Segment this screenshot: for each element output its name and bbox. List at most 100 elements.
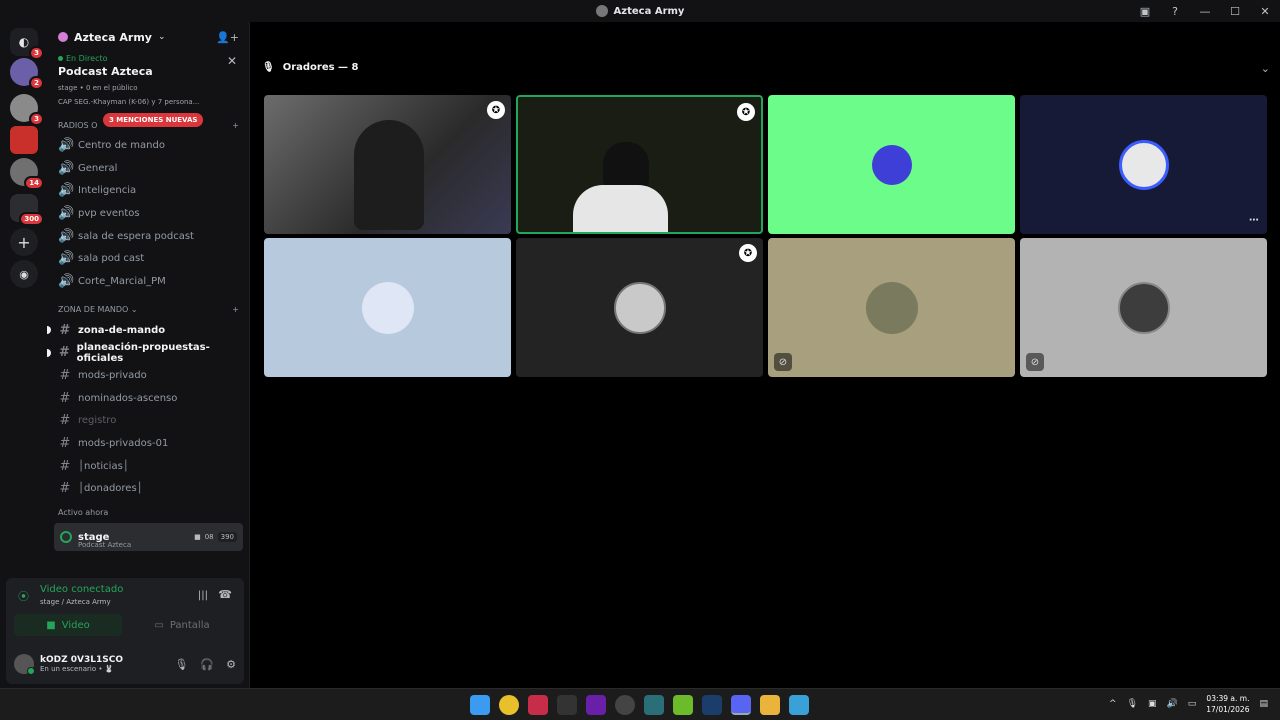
server-badge: 14	[24, 176, 44, 190]
minimize-icon[interactable]: —	[1190, 5, 1220, 18]
channel-label: │donadores│	[78, 483, 143, 495]
channel-label: mods-privado	[78, 370, 147, 382]
speaker-tile-1[interactable]: ✪	[264, 95, 511, 234]
channel-mods-privados-01[interactable]: # mods-privados-01	[48, 432, 249, 455]
microphone-icon[interactable]: 🎙	[174, 658, 188, 671]
obs-icon[interactable]	[615, 695, 635, 715]
clock[interactable]: 03:39 a. m. 17/01/2026	[1206, 693, 1249, 715]
channel-sala-espera[interactable]: 🔊 sala de espera podcast	[48, 225, 249, 248]
new-mentions-badge[interactable]: 3 MENCIONES NUEVAS	[103, 113, 204, 127]
chrome-icon[interactable]	[499, 695, 519, 715]
server-icon-azteca[interactable]: 3	[10, 94, 44, 126]
server-folder-icon[interactable]: 300	[10, 194, 44, 226]
speakers-header: 🎙 Oradores — 8	[262, 62, 359, 73]
inbox-icon[interactable]: ▣	[1130, 5, 1160, 18]
screen-label: Pantalla	[169, 619, 210, 631]
stage-view: 🎙 Oradores — 8 ⌄ ✪ ✪ ⋯ ✪ ⊘ ⊘	[250, 22, 1280, 688]
speaker-tile-4[interactable]: ⋯	[1020, 95, 1267, 234]
file-explorer-icon[interactable]	[760, 695, 780, 715]
hash-icon: #	[59, 436, 71, 452]
voice-status: Video conectado	[40, 584, 124, 595]
channel-centro-de-mando[interactable]: 🔊 Centro de mando	[48, 134, 249, 157]
video-button[interactable]: ■ Video	[14, 614, 122, 636]
speaker-tile-6[interactable]: ✪	[516, 238, 763, 377]
signal-icon: ⦿	[18, 590, 29, 603]
speaker-tile-8[interactable]: ⊘	[1020, 238, 1267, 377]
channel-noticias[interactable]: # │noticias│	[48, 455, 249, 478]
channel-sala-pod-cast[interactable]: 🔊 sala pod cast	[48, 247, 249, 270]
close-window-icon[interactable]: ✕	[1250, 5, 1280, 18]
steam-icon[interactable]	[702, 695, 722, 715]
channel-label: sala de espera podcast	[78, 230, 194, 242]
more-options-icon[interactable]: ⋯	[1249, 215, 1259, 226]
network-icon[interactable]: ▣	[1148, 699, 1157, 709]
notification-icon[interactable]: ▤	[1259, 699, 1268, 709]
speaker-tile-7[interactable]: ⊘	[768, 238, 1015, 377]
video-feed-shirt	[573, 185, 668, 232]
maximize-icon[interactable]: ☐	[1220, 5, 1250, 18]
screen-share-button[interactable]: ▭ Pantalla	[128, 614, 236, 636]
app-icon-blue[interactable]	[789, 695, 809, 715]
headphones-icon[interactable]: 🎧	[200, 658, 214, 671]
category-zona-de-mando[interactable]: ZONA DE MANDO ⌄ +	[48, 301, 249, 319]
speaker-tile-3[interactable]	[768, 95, 1015, 234]
server-name: Azteca Army	[74, 30, 152, 44]
app-icon-purple[interactable]	[586, 695, 606, 715]
discover-icon[interactable]: ◉	[10, 260, 38, 288]
channel-zona-de-mando[interactable]: # zona-de-mando	[47, 319, 249, 342]
battery-icon[interactable]: ▭	[1188, 699, 1197, 709]
disconnect-icon[interactable]: ☎	[218, 588, 232, 601]
add-channel-icon[interactable]: +	[232, 121, 239, 130]
app-icon-tf[interactable]	[557, 695, 577, 715]
server-header[interactable]: Azteca Army ⌄ 👤+	[48, 22, 249, 52]
hash-icon: #	[59, 481, 71, 497]
discord-taskbar-icon[interactable]	[731, 695, 751, 715]
close-icon[interactable]: ✕	[227, 54, 237, 68]
channel-label: General	[78, 162, 118, 174]
volume-icon[interactable]: 🔊	[1167, 699, 1178, 709]
noise-suppression-icon[interactable]: |||	[198, 590, 208, 601]
add-server-icon[interactable]: +	[10, 228, 38, 256]
speaker-icon: 🔊	[58, 205, 75, 221]
speaker-tile-5[interactable]	[264, 238, 511, 377]
moderator-icon: ✪	[737, 103, 755, 121]
server-icon-4[interactable]: 14	[10, 158, 44, 190]
live-info: stage • 0 en el público	[58, 84, 138, 92]
channel-registro[interactable]: # registro	[48, 410, 249, 433]
live-stage-card[interactable]: En Directo Podcast Azteca stage • 0 en e…	[48, 52, 249, 108]
active-stage-row[interactable]: stage Podcast Azteca ■ 08 390	[54, 523, 243, 552]
microphone-icon[interactable]: 🎙	[1127, 699, 1138, 709]
nvidia-icon[interactable]	[673, 695, 693, 715]
app-icon-teal[interactable]	[644, 695, 664, 715]
channel-pvp-eventos[interactable]: 🔊 pvp eventos	[48, 202, 249, 225]
avatar[interactable]	[14, 654, 35, 675]
title-bar: Azteca Army ▣ ? — ☐ ✕	[0, 0, 1280, 22]
channel-mods-privado[interactable]: # mods-privado	[48, 364, 249, 387]
help-icon[interactable]: ?	[1160, 5, 1190, 18]
invite-icon[interactable]: 👤+	[216, 31, 239, 44]
discord-home-icon[interactable]: ◐ 3	[10, 28, 44, 60]
channel-general[interactable]: 🔊 General	[48, 157, 249, 180]
video-camera-icon: ■	[194, 533, 201, 542]
app-icon-red[interactable]	[528, 695, 548, 715]
screen-icon: ▭	[154, 619, 164, 631]
channel-nominados-ascenso[interactable]: # nominados-ascenso	[48, 387, 249, 410]
chevron-down-icon: ⌄	[130, 305, 138, 315]
avatar	[1117, 281, 1170, 334]
avatar	[361, 281, 414, 334]
add-channel-icon[interactable]: +	[232, 305, 239, 314]
channel-corte-marcial[interactable]: 🔊 Corte_Marcial_PM	[48, 270, 249, 293]
video-camera-icon: ■	[46, 619, 56, 631]
speaker-tile-2[interactable]: ✪	[516, 95, 763, 234]
channel-donadores[interactable]: # │donadores│	[48, 478, 249, 501]
channel-planeacion[interactable]: # planeación-propuestas-oficiales	[47, 342, 249, 365]
chevron-up-icon[interactable]: ^	[1109, 699, 1117, 709]
channel-inteligencia[interactable]: 🔊 Inteligencia	[48, 179, 249, 202]
server-icon-3[interactable]	[10, 126, 38, 154]
chevron-down-icon[interactable]: ⌄	[1261, 62, 1270, 75]
gear-icon[interactable]: ⚙	[226, 658, 236, 671]
server-icon-1[interactable]: 2	[10, 58, 44, 90]
username: kODZ 0V3L1SCO	[40, 655, 123, 665]
windows-start-icon[interactable]	[470, 695, 490, 715]
active-now-label: Activo ahora	[58, 508, 109, 518]
